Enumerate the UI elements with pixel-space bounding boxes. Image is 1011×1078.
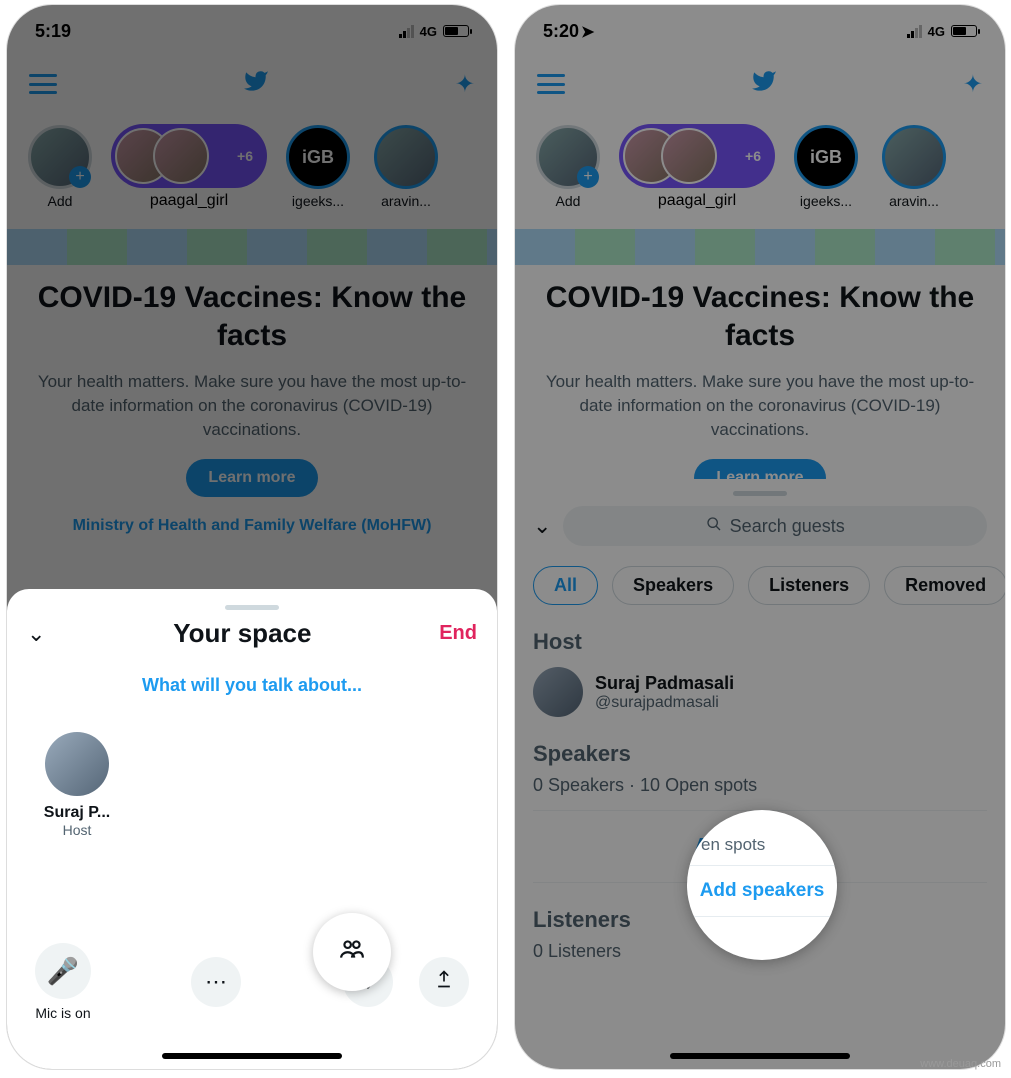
chip-listeners[interactable]: Listeners [748, 566, 870, 605]
fleet-label: paagal_girl [109, 192, 269, 210]
pill-count: +6 [237, 148, 253, 164]
speakers-subline: 0 Speakers · 10 Open spots [533, 775, 987, 796]
fleet-add[interactable]: + Add [529, 125, 607, 209]
end-button[interactable]: End [439, 622, 477, 645]
signal-icon [399, 25, 414, 38]
more-icon: ⋯ [205, 969, 227, 995]
phone-screenshot-left: 5:19 4G ✦ + Add +6 paagal_girl iGB igeek… [6, 4, 498, 1070]
article-body: Your health matters. Make sure you have … [33, 370, 471, 441]
add-speakers-label[interactable]: Add speakers [687, 866, 837, 916]
pill-count: +6 [745, 148, 761, 164]
fleet-label: Add [21, 193, 99, 209]
share-button[interactable] [419, 957, 469, 1007]
guests-sheet[interactable]: ⌄ Search guests All Speakers Listeners R… [515, 479, 1005, 1069]
host-card[interactable]: Suraj P... Host [27, 732, 127, 838]
mic-toggle[interactable]: 🎤 Mic is on [35, 943, 91, 1021]
fleet-space-pill[interactable]: +6 paagal_girl [109, 124, 269, 210]
home-indicator [162, 1053, 342, 1059]
space-controls: 🎤 Mic is on ⋯ ♡ [7, 943, 497, 1021]
space-topic-prompt[interactable]: What will you talk about... [27, 675, 477, 696]
fleets-row[interactable]: + Add +6 paagal_girl iGB igeeks... aravi… [7, 113, 497, 221]
people-icon [337, 936, 367, 969]
host-name: Suraj Padmasali [595, 673, 734, 694]
chip-speakers[interactable]: Speakers [612, 566, 734, 605]
fleet-label: paagal_girl [617, 192, 777, 210]
search-guests-input[interactable]: Search guests [563, 506, 987, 546]
article-title: COVID-19 Vaccines: Know the facts [541, 279, 979, 354]
sheet-handle[interactable] [225, 605, 279, 610]
people-button-highlight[interactable] [313, 913, 391, 991]
signal-icon [907, 25, 922, 38]
host-row[interactable]: Suraj Padmasali @surajpadmasali [533, 667, 987, 717]
article-source-link[interactable]: Ministry of Health and Family Welfare (M… [33, 517, 471, 535]
chevron-down-icon[interactable]: ⌄ [533, 513, 551, 539]
space-title: Your space [45, 618, 439, 649]
host-section: Host Suraj Padmasali @surajpadmasali [533, 629, 987, 717]
promo-article: COVID-19 Vaccines: Know the facts Your h… [7, 269, 497, 555]
chip-removed[interactable]: Removed [884, 566, 1006, 605]
menu-icon[interactable] [537, 74, 565, 94]
fleet-label: aravin... [875, 193, 953, 209]
host-role: Host [27, 822, 127, 838]
fleet-space-pill[interactable]: +6 paagal_girl [617, 124, 777, 210]
plus-icon: + [577, 166, 599, 188]
network-label: 4G [928, 24, 945, 39]
top-nav: ✦ [515, 61, 1005, 107]
filter-chips: All Speakers Listeners Removed [533, 566, 987, 605]
status-time: 5:19 [35, 21, 71, 42]
watermark: www.deuaq.com [920, 1058, 1001, 1070]
network-label: 4G [420, 24, 437, 39]
host-heading: Host [533, 629, 987, 655]
fleet-label: igeeks... [279, 193, 357, 209]
speakers-sub-fragment: en spots [687, 829, 837, 865]
battery-icon [951, 25, 977, 37]
more-button[interactable]: ⋯ [191, 957, 241, 1007]
fleets-row[interactable]: + Add +6 paagal_girl iGB igeeks... aravi… [515, 113, 1005, 221]
learn-more-button[interactable]: Learn more [186, 459, 317, 497]
home-indicator [670, 1053, 850, 1059]
plus-icon: + [69, 166, 91, 188]
host-handle: @surajpadmasali [595, 694, 734, 712]
avatar [533, 667, 583, 717]
avatar [45, 732, 109, 796]
fleet-add[interactable]: + Add [21, 125, 99, 209]
promo-strip [515, 229, 1005, 265]
location-icon: ➤ [581, 24, 594, 41]
fleet-item[interactable]: aravin... [875, 125, 953, 209]
mic-icon: 🎤 [47, 956, 79, 987]
chip-all[interactable]: All [533, 566, 598, 605]
sparkle-icon[interactable]: ✦ [455, 70, 475, 99]
fleet-item[interactable]: aravin... [367, 125, 445, 209]
speakers-heading: Speakers [533, 741, 987, 767]
space-sheet[interactable]: ⌄ Your space End What will you talk abou… [7, 589, 497, 1069]
mic-status: Mic is on [35, 1005, 91, 1021]
status-bar: 5:20➤ 4G [515, 5, 1005, 57]
sparkle-icon[interactable]: ✦ [963, 70, 983, 99]
phone-screenshot-right: 5:20➤ 4G ✦ + Add +6 paagal_girl iGB igee… [514, 4, 1006, 1070]
menu-icon[interactable] [29, 74, 57, 94]
fleet-label: igeeks... [787, 193, 865, 209]
share-icon [434, 968, 454, 996]
battery-icon [443, 25, 469, 37]
fleet-label: aravin... [367, 193, 445, 209]
top-nav: ✦ [7, 61, 497, 107]
promo-strip [7, 229, 497, 265]
sheet-handle[interactable] [733, 491, 787, 496]
host-name: Suraj P... [27, 804, 127, 822]
article-body: Your health matters. Make sure you have … [541, 370, 979, 441]
fleet-label: Add [529, 193, 607, 209]
chevron-down-icon[interactable]: ⌄ [27, 621, 45, 647]
fleet-item[interactable]: iGB igeeks... [279, 125, 357, 209]
twitter-logo-icon [241, 68, 271, 101]
add-speakers-highlight[interactable]: en spots Add speakers [687, 810, 837, 960]
status-bar: 5:19 4G [7, 5, 497, 57]
search-placeholder: Search guests [730, 516, 845, 537]
search-icon [706, 516, 722, 537]
article-title: COVID-19 Vaccines: Know the facts [33, 279, 471, 354]
status-time: 5:20➤ [543, 21, 594, 42]
fleet-item[interactable]: iGB igeeks... [787, 125, 865, 209]
twitter-logo-icon [749, 68, 779, 101]
